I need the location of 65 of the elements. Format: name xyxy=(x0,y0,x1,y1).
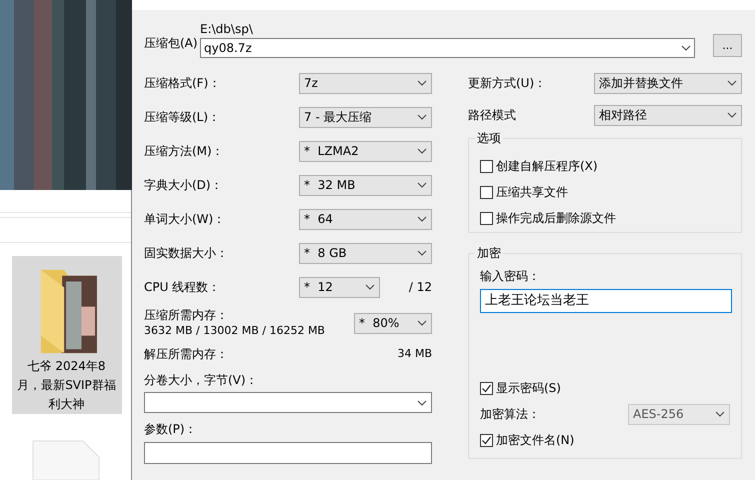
dropdown[interactable]: * 32 MB xyxy=(299,174,432,196)
checkbox[interactable] xyxy=(480,382,493,394)
chevron-icon xyxy=(417,216,427,222)
volume-size-field[interactable] xyxy=(144,392,432,413)
chevron-icon xyxy=(417,80,427,86)
field-label: 单词大小(W)： xyxy=(144,211,226,228)
field-label: 字典大小(D)： xyxy=(144,177,224,194)
dropdown[interactable]: 添加并替换文件 xyxy=(594,72,742,94)
checkbox-label: 压缩共享文件 xyxy=(496,184,568,201)
password-field[interactable]: 上老王论坛当老王 xyxy=(480,289,732,313)
field-label: 固实数据大小： xyxy=(144,245,229,262)
checkbox[interactable] xyxy=(480,186,493,198)
chevron-icon xyxy=(365,284,375,290)
field-label: 解压所需内存： xyxy=(144,346,228,363)
checkbox[interactable] xyxy=(480,160,493,172)
checkbox-label: 操作完成后删除源文件 xyxy=(496,210,616,227)
field-label: CPU 线程数： xyxy=(144,279,222,296)
parameters-field[interactable] xyxy=(144,442,432,464)
checkbox[interactable] xyxy=(480,434,493,446)
checkbox-label: 创建自解压程序(X) xyxy=(496,158,598,175)
dropdown[interactable]: * 64 xyxy=(299,208,432,230)
chevron-icon xyxy=(417,400,427,406)
chevron-icon xyxy=(727,112,737,118)
browse-button[interactable]: ... xyxy=(713,34,742,57)
memory-value: 34 MB xyxy=(397,346,432,362)
field-label: 更新方式(U)： xyxy=(468,75,548,92)
field-label: 压缩等级(L)： xyxy=(144,109,222,126)
field-label: 压缩所需内存： xyxy=(144,308,229,323)
chevron-icon xyxy=(727,80,737,86)
chevron-icon xyxy=(417,114,427,120)
field-label: 加密算法： xyxy=(480,406,540,423)
chevron-icon xyxy=(681,45,691,51)
checkbox-label: 显示密码(S) xyxy=(496,380,561,397)
folder-tile[interactable]: 七爷 2024年8月，最新SVIP群福利大神 xyxy=(12,256,122,414)
chevron-icon xyxy=(417,148,427,154)
dropdown[interactable]: 7z xyxy=(299,72,432,94)
memory-values: 3632 MB / 13002 MB / 16252 MB xyxy=(144,323,326,338)
dropdown[interactable]: 7 - 最大压缩 xyxy=(299,106,432,128)
dropdown[interactable]: AES-256 xyxy=(628,404,730,424)
folder-label: 七爷 2024年8月，最新SVIP群福利大神 xyxy=(16,358,116,413)
dropdown[interactable]: * LZMA2 xyxy=(299,140,432,162)
field-label: 压缩方法(M)： xyxy=(144,143,225,160)
field-label: 分卷大小，字节(V)： xyxy=(144,372,259,388)
thread-total: / 12 xyxy=(408,279,432,296)
checkbox[interactable] xyxy=(480,212,493,224)
path-text: E:\db\sp\ xyxy=(200,22,254,36)
chevron-icon xyxy=(417,250,427,256)
chevron-icon xyxy=(417,182,427,188)
group-title: 加密 xyxy=(475,245,503,261)
check-icon xyxy=(481,434,492,446)
field-label: 路径模式 xyxy=(468,107,517,124)
chevron-icon xyxy=(417,320,427,326)
chevron-icon xyxy=(715,411,725,417)
dropdown[interactable]: 相对路径 xyxy=(594,104,742,126)
check-icon xyxy=(481,382,492,394)
group-title: 选项 xyxy=(475,130,503,146)
field-label: 参数(P)： xyxy=(144,421,198,437)
checkbox-label: 加密文件名(N) xyxy=(496,432,574,449)
field-label: 压缩包(A) xyxy=(144,35,199,52)
dropdown[interactable]: * 8 GB xyxy=(299,242,432,264)
archive-name-field[interactable]: qy08.7z xyxy=(200,38,695,58)
dropdown[interactable]: * 80% xyxy=(354,312,432,334)
field-label: 压缩格式(F)： xyxy=(144,75,222,92)
dropdown[interactable]: * 12 xyxy=(299,276,380,298)
field-label: 输入密码： xyxy=(480,268,541,284)
